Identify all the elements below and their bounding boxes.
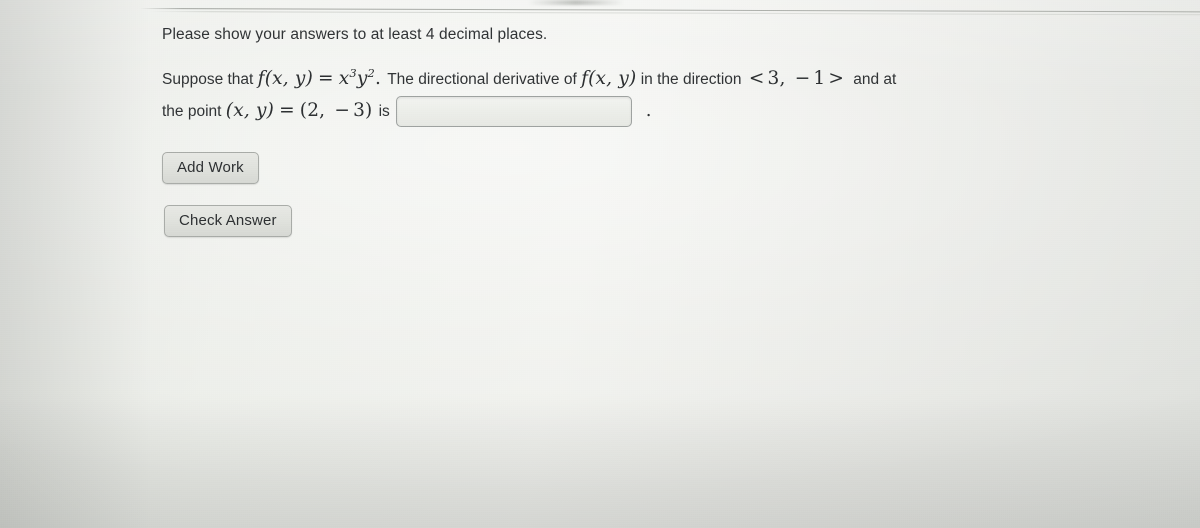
expression-base-x: x: [338, 68, 350, 89]
expression-exponent-x: 3: [349, 65, 357, 80]
point-coordinates: (x, y) = (2, −3): [226, 100, 379, 121]
direction-component-2: 1: [813, 68, 826, 89]
direction-open-bracket: <: [748, 68, 765, 89]
point-close-paren: ): [365, 100, 373, 121]
point-value-y: 3: [353, 100, 366, 121]
in-the-direction-text: in the direction: [640, 71, 742, 88]
equals-sign-1: =: [318, 68, 334, 89]
function-notation-1: f(x, y) = x3y2.: [257, 65, 388, 89]
and-at-text: and at: [853, 71, 897, 88]
point-value-x: 2: [307, 100, 320, 121]
answer-input[interactable]: [395, 96, 632, 128]
suppose-that-text: Suppose that: [162, 71, 254, 88]
direction-comma: ,: [779, 68, 786, 89]
is-text: is: [378, 103, 390, 120]
equals-sign-2: =: [279, 100, 295, 121]
directional-derivative-text: The directional derivative of: [387, 71, 577, 88]
point-label-xy: (x, y): [225, 100, 275, 121]
add-work-button[interactable]: Add Work: [162, 152, 259, 184]
point-comma: ,: [319, 100, 326, 121]
the-point-text: the point: [162, 103, 222, 120]
check-answer-button[interactable]: Check Answer: [164, 205, 292, 237]
function-f-1: f(x, y): [257, 68, 314, 89]
direction-close-bracket: >: [828, 68, 845, 89]
expression-exponent-y: 2: [367, 65, 376, 80]
expression-period: .: [375, 68, 382, 89]
problem-line-1: Suppose that f(x, y) = x3y2. The direction…: [162, 62, 1182, 96]
point-minus-sign: −: [334, 100, 351, 121]
direction-component-1: 3: [767, 68, 780, 89]
problem-line-2: the point (x, y) = (2, −3) is.: [162, 94, 1182, 128]
instruction-text: Please show your answers to at least 4 d…: [162, 26, 548, 43]
sentence-period: .: [645, 100, 652, 121]
function-notation-2: f(x, y): [581, 68, 637, 89]
problem-content: Please show your answers to at least 4 d…: [162, 26, 1182, 237]
direction-minus-sign: −: [794, 68, 811, 89]
problem-statement: Suppose that f(x, y) = x3y2. The direction…: [162, 62, 1182, 128]
direction-vector: <3, −1 >: [746, 68, 853, 89]
top-edge-smudge: [528, 0, 624, 5]
expression-base-y: y: [356, 68, 368, 89]
